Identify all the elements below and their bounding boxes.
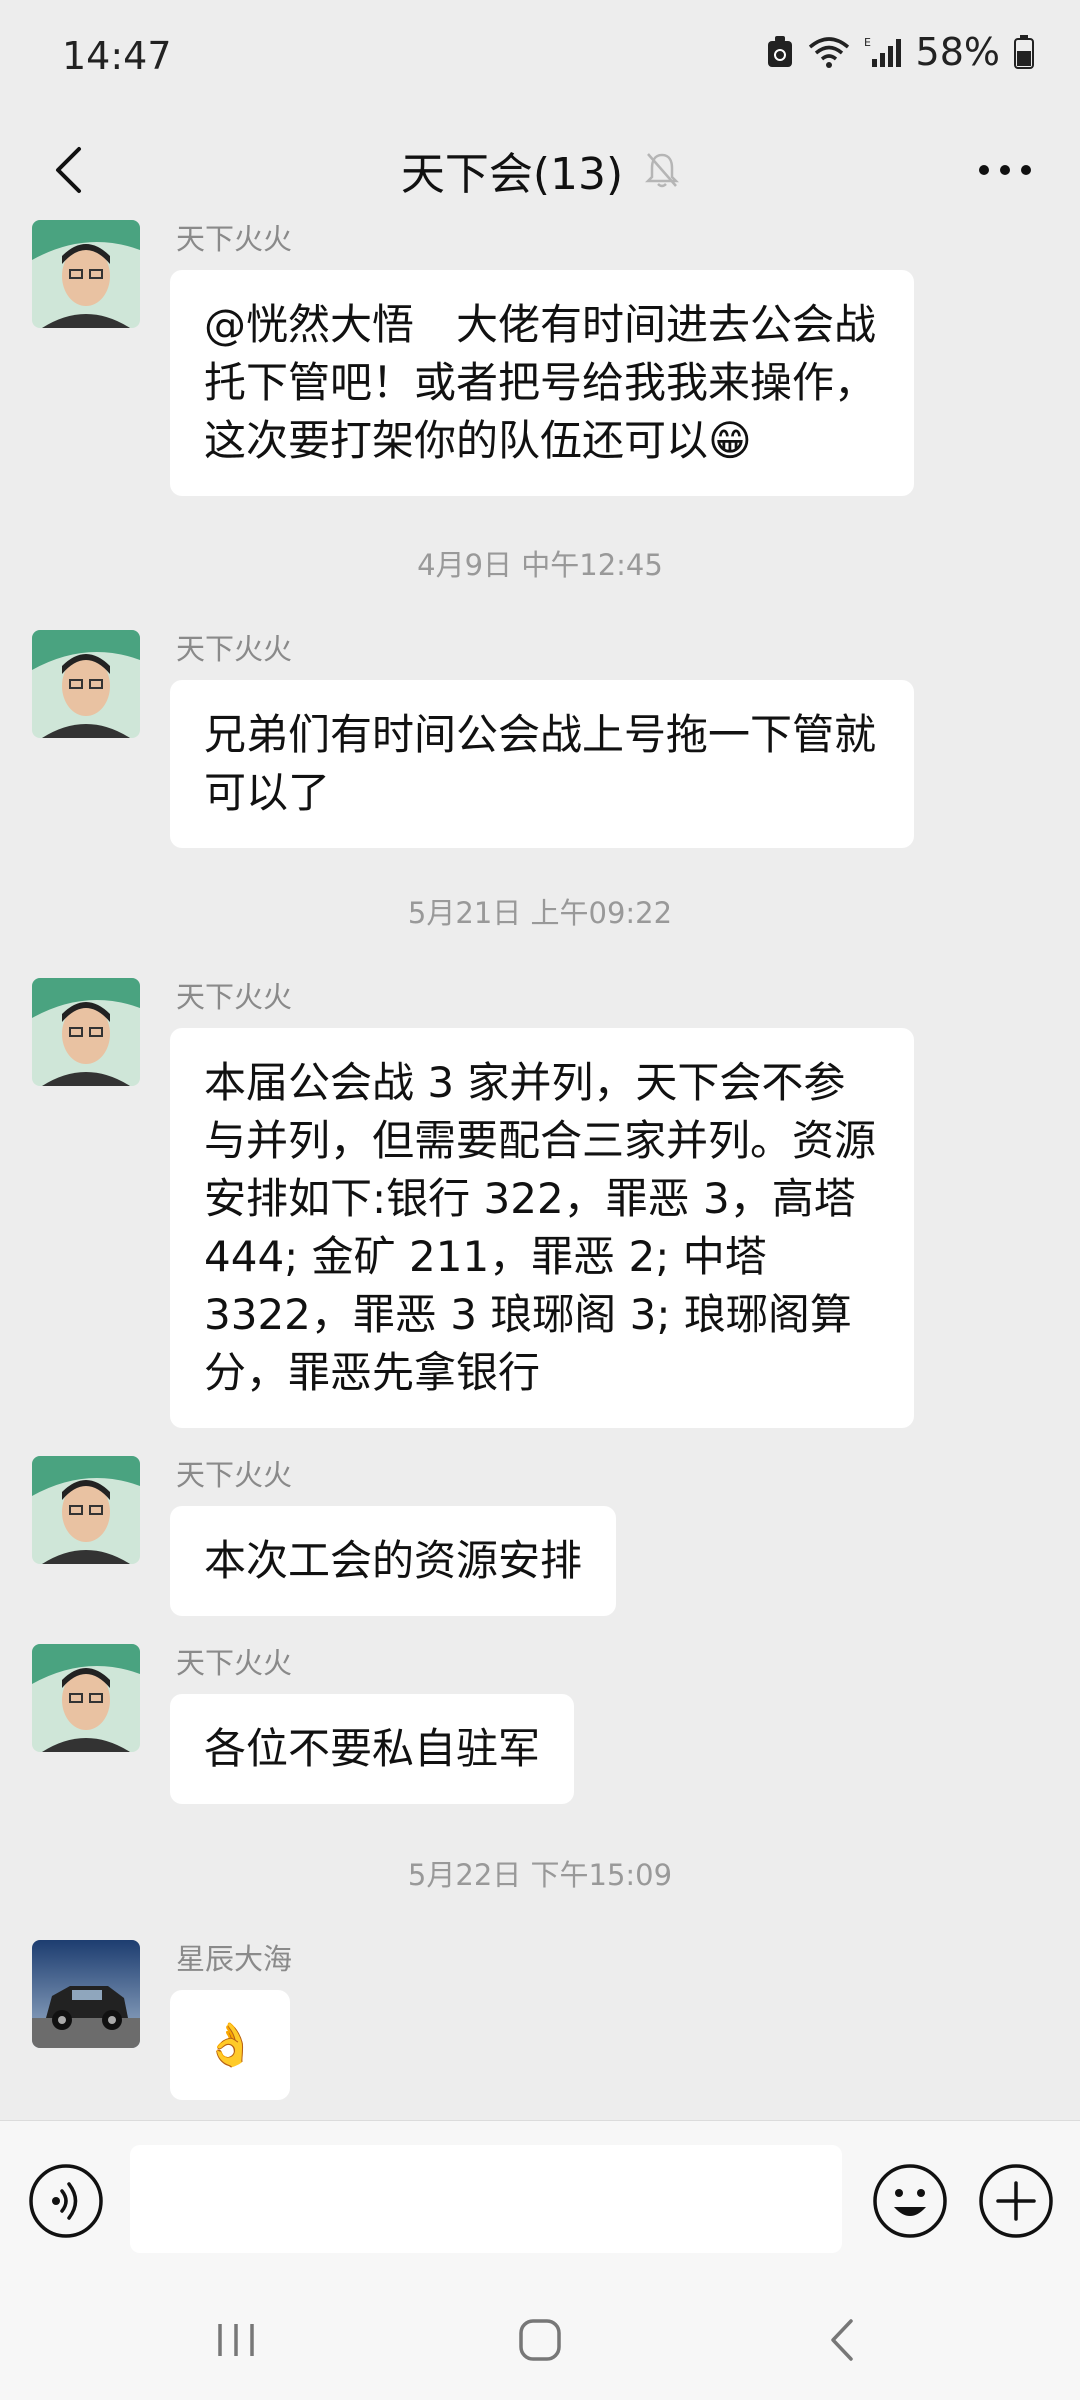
avatar-photo xyxy=(32,1940,140,2048)
avatar[interactable] xyxy=(32,220,140,328)
svg-text:E: E xyxy=(864,36,871,49)
timestamp: 5月22日 下午15:09 xyxy=(407,1858,673,1892)
sender-name: 天下火火 xyxy=(176,222,293,256)
message-list[interactable]: 天下火火 @恍然大悟 大佬有时间进去公会战托下管吧！或者把号给我我来操作，这次要… xyxy=(0,220,1080,2120)
message-input[interactable] xyxy=(130,2145,842,2253)
message-bubble[interactable]: 各位不要私自驻军 xyxy=(170,1694,575,1804)
home-icon xyxy=(519,2319,561,2361)
voice-button[interactable] xyxy=(26,2161,106,2241)
back-arrow-icon xyxy=(831,2319,853,2361)
recent-apps-button[interactable] xyxy=(196,2310,276,2370)
timestamp: 4月9日 中午12:45 xyxy=(417,548,663,582)
battery-icon xyxy=(1014,35,1034,69)
plus-button[interactable] xyxy=(976,2161,1056,2241)
sender-name: 星辰大海 xyxy=(176,1942,293,1976)
sender-name: 天下火火 xyxy=(176,632,293,666)
status-bar: 14:47 E 58% xyxy=(0,0,1080,120)
signal-icon: E xyxy=(864,36,901,67)
sender-name: 天下火火 xyxy=(176,1646,293,1680)
battery-percent: 58% xyxy=(915,30,1000,74)
voice-icon xyxy=(29,2164,103,2238)
message-bubble[interactable]: 兄弟们有时间公会战上号拖一下管就可以了 xyxy=(170,680,914,848)
timestamp: 5月21日 上午09:22 xyxy=(407,896,673,930)
avatar[interactable] xyxy=(32,1940,140,2048)
recent-apps-icon xyxy=(218,2324,254,2356)
sender-name: 天下火火 xyxy=(176,980,293,1014)
plus-icon xyxy=(979,2164,1053,2238)
message-bubble[interactable]: 👌 xyxy=(170,1990,291,2100)
more-button[interactable] xyxy=(960,132,1050,208)
wifi-icon xyxy=(808,37,849,68)
avatar[interactable] xyxy=(32,630,140,738)
message-bubble[interactable]: 本次工会的资源安排 xyxy=(170,1506,617,1616)
sender-name: 天下火火 xyxy=(176,1458,293,1492)
message-bubble[interactable]: @恍然大悟 大佬有时间进去公会战托下管吧！或者把号给我我来操作，这次要打架你的队… xyxy=(170,270,914,496)
avatar-photo xyxy=(32,220,140,328)
emoji-button[interactable] xyxy=(870,2161,950,2241)
avatar-photo xyxy=(32,1456,140,1564)
avatar[interactable] xyxy=(32,978,140,1086)
system-back-button[interactable] xyxy=(802,2310,882,2370)
status-time: 14:47 xyxy=(62,34,172,78)
avatar[interactable] xyxy=(32,1456,140,1564)
chat-title: 天下会(13) xyxy=(400,149,624,200)
system-nav-bar xyxy=(0,2280,1080,2400)
bell-off-icon xyxy=(645,153,680,188)
chat-header: 天下会(13) xyxy=(0,120,1080,220)
title-area: 天下会(13) xyxy=(0,120,1080,220)
recycle-icon xyxy=(767,36,792,67)
home-button[interactable] xyxy=(500,2310,580,2370)
status-icons: E 58% xyxy=(766,30,1034,74)
emoji-icon xyxy=(873,2164,947,2238)
more-dots-icon xyxy=(979,165,1031,175)
avatar[interactable] xyxy=(32,1644,140,1752)
avatar-photo xyxy=(32,630,140,738)
avatar-photo xyxy=(32,1644,140,1752)
avatar-photo xyxy=(32,978,140,1086)
message-bubble[interactable]: 本届公会战 3 家并列，天下会不参与并列，但需要配合三家并列。资源安排如下:银行… xyxy=(170,1028,914,1428)
input-bar xyxy=(0,2120,1080,2281)
